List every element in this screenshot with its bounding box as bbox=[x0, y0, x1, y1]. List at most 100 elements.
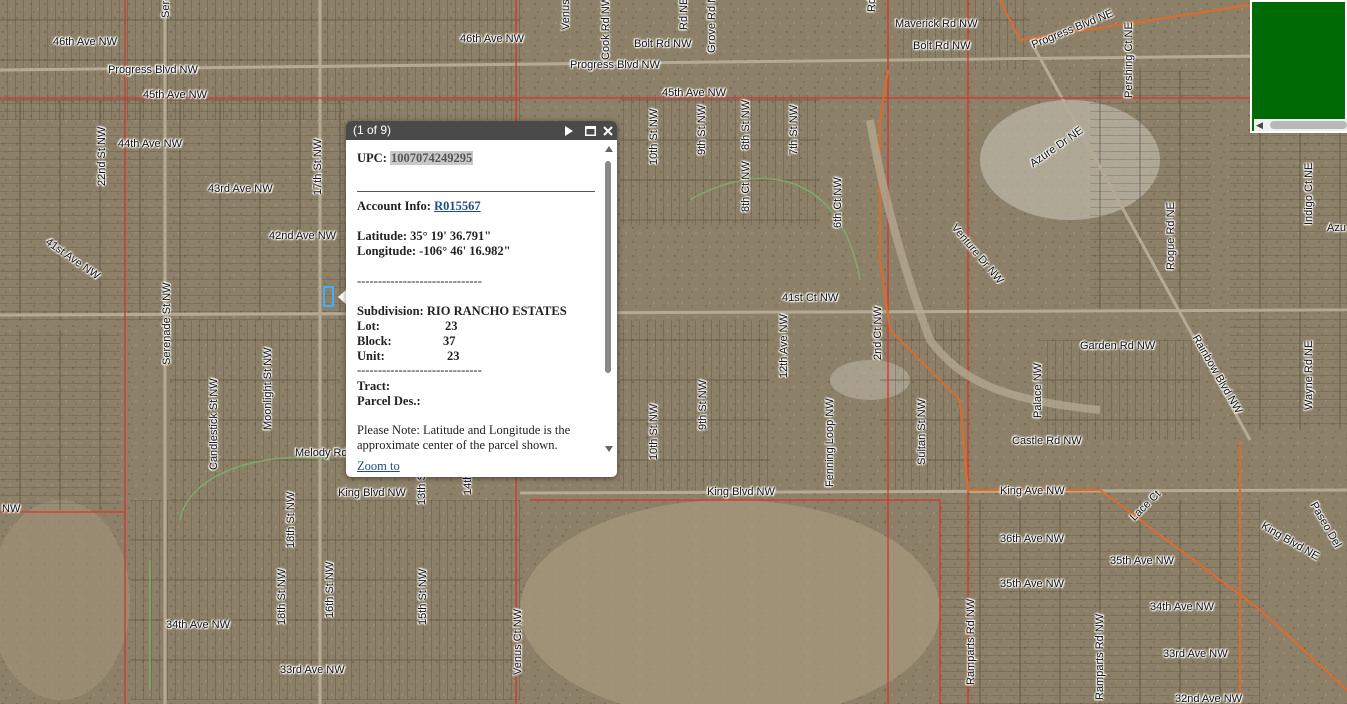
map-canvas[interactable] bbox=[0, 0, 1347, 704]
street-label: Candlestick St NW bbox=[208, 378, 220, 470]
street-label: King Blvd NW bbox=[707, 486, 775, 498]
street-label: 18th St NW bbox=[276, 568, 288, 625]
street-label: 34th Ave NW bbox=[166, 619, 230, 631]
subdivision-row: Subdivision: RIO RANCHO ESTATES bbox=[357, 304, 567, 319]
street-label: 17th St NW bbox=[312, 138, 324, 195]
street-label: Progress Blvd NW bbox=[570, 59, 660, 71]
block-label: Block: bbox=[357, 334, 392, 348]
parcel-info-popup: (1 of 9) UPC: 1007074249295 Account Info… bbox=[346, 121, 617, 477]
zoom-to-link[interactable]: Zoom to bbox=[357, 459, 400, 473]
street-label: 10th St NW bbox=[648, 108, 660, 165]
longitude-label: Longitude: bbox=[357, 244, 417, 258]
parcel-des-row: Parcel Des.: bbox=[357, 394, 421, 409]
divider-text: ------------------------------ bbox=[357, 274, 482, 288]
street-label: 33rd Ave NW bbox=[1163, 648, 1228, 660]
maximize-icon[interactable] bbox=[581, 121, 599, 140]
latitude-value: 35° 19' 36.791" bbox=[410, 229, 492, 243]
street-label: 45th Ave NW bbox=[662, 87, 726, 99]
street-label: Venus Ct NW bbox=[512, 608, 524, 675]
street-label: Ramparts Rd NW bbox=[965, 598, 977, 685]
close-x-icon[interactable] bbox=[599, 121, 617, 140]
street-label: 8th Ct NW bbox=[740, 161, 752, 212]
scroll-left-icon[interactable]: ◀ bbox=[1256, 120, 1263, 131]
street-label: 16th St NW bbox=[324, 561, 336, 618]
longitude-value: -106° 46' 16.982" bbox=[419, 244, 511, 258]
street-label: 44th Ave NW bbox=[118, 138, 182, 150]
street-label: King Blvd NW bbox=[338, 487, 406, 499]
scroll-up-icon[interactable] bbox=[604, 145, 614, 153]
street-label: Progress Blvd NW bbox=[108, 64, 198, 76]
street-label: Castle Rd NW bbox=[1012, 435, 1082, 447]
next-triangle-icon[interactable] bbox=[559, 121, 577, 140]
street-label: Indigo Ct NE bbox=[1303, 162, 1315, 225]
divider-text: ------------------------------ bbox=[357, 363, 482, 377]
street-label: Bolt Rd NW bbox=[913, 40, 971, 52]
street-label: Venus Ct NW bbox=[560, 0, 572, 30]
street-label: Moonlight St NW bbox=[262, 347, 274, 430]
street-label: Serenade St NW bbox=[161, 282, 173, 365]
upc-value[interactable]: 1007074249295 bbox=[389, 151, 474, 165]
popup-page-count: (1 of 9) bbox=[353, 123, 392, 137]
popup-footer: Zoom to bbox=[357, 459, 400, 474]
street-label: 43rd Ave NW bbox=[208, 183, 273, 195]
street-label: Rogue Rd NE bbox=[1165, 202, 1177, 270]
street-label: Melody Rd bbox=[295, 447, 348, 459]
popup-scroll-thumb[interactable] bbox=[605, 161, 611, 373]
street-label: Garden Rd NW bbox=[1080, 340, 1156, 352]
street-label: 6th Ct NW bbox=[832, 177, 844, 228]
street-label: 36th Ave NW bbox=[1000, 533, 1064, 545]
overview-scrollbar[interactable]: ◀ bbox=[1254, 119, 1347, 131]
longitude-row: Longitude: -106° 46' 16.982" bbox=[357, 244, 511, 259]
street-label: 9th St NW bbox=[696, 104, 708, 155]
upc-label: UPC: bbox=[357, 151, 387, 165]
street-label: 46th Ave NW bbox=[460, 33, 524, 45]
account-label: Account Info: bbox=[357, 199, 431, 213]
street-label: 32nd Ave NW bbox=[1175, 693, 1243, 704]
street-label: 7th St NW bbox=[788, 104, 800, 155]
street-label: 34th Ave NW bbox=[1150, 601, 1214, 613]
street-label: 41st Ct NW bbox=[782, 292, 839, 304]
street-label: Bolt Rd NW bbox=[634, 38, 692, 50]
overview-scroll-thumb[interactable] bbox=[1270, 121, 1347, 129]
street-label: 46th Ave NW bbox=[53, 36, 117, 48]
subdivision-value: RIO RANCHO ESTATES bbox=[426, 304, 567, 318]
tract-label: Tract: bbox=[357, 379, 391, 393]
lot-label: Lot: bbox=[357, 319, 380, 333]
parcel-des-label: Parcel Des.: bbox=[357, 394, 421, 408]
street-label: King Ave NW bbox=[1000, 485, 1065, 497]
street-label: Grove Rd NW bbox=[706, 0, 718, 53]
street-label: Rd NW bbox=[866, 0, 878, 12]
street-label: 42nd Ave NW bbox=[269, 230, 337, 242]
street-label: Rd NE bbox=[678, 0, 690, 30]
street-label: Pershing Ct NE bbox=[1123, 22, 1135, 98]
street-label: Serenade bbox=[160, 0, 172, 18]
street-label: NW bbox=[2, 503, 21, 515]
street-label: 9th St NW bbox=[697, 379, 709, 430]
street-label: Azu bbox=[1327, 222, 1346, 234]
unit-label: Unit: bbox=[357, 349, 385, 363]
aerial-map[interactable]: 46th Ave NW 46th Ave NW Progress Blvd NW Pr… bbox=[0, 0, 1347, 704]
note-text: Please Note: Latitude and Longitude is t… bbox=[357, 423, 571, 452]
popup-header: (1 of 9) bbox=[346, 121, 617, 140]
street-label: Wayne Rd NE bbox=[1303, 340, 1315, 410]
street-label: 18th St NW bbox=[285, 491, 297, 548]
block-row: Block: 37 bbox=[357, 334, 456, 349]
latitude-row: Latitude: 35° 19' 36.791" bbox=[357, 229, 491, 244]
block-value: 37 bbox=[443, 334, 456, 348]
account-row: Account Info: R015567 bbox=[357, 199, 481, 214]
street-label: Ramparts Rd NW bbox=[1094, 613, 1106, 700]
street-label: Maverick Rd NW bbox=[895, 18, 978, 30]
scroll-down-icon[interactable] bbox=[604, 445, 614, 453]
street-label: 12th Ave NW bbox=[778, 314, 790, 378]
street-label: 45th Ave NW bbox=[143, 89, 207, 101]
popup-content[interactable]: UPC: 1007074249295 Account Info: R015567… bbox=[346, 140, 617, 453]
lot-value: 23 bbox=[445, 319, 458, 333]
street-label: Sultan St NW bbox=[916, 398, 928, 465]
popup-scrollbar[interactable] bbox=[604, 145, 614, 455]
account-link[interactable]: R015567 bbox=[434, 199, 481, 213]
street-label: 15th St NW bbox=[417, 568, 429, 625]
street-label: 35th Ave NW bbox=[1000, 578, 1064, 590]
separator-line bbox=[357, 191, 595, 192]
street-label: Fenning Loop NW bbox=[824, 398, 836, 487]
overview-map[interactable] bbox=[1250, 0, 1347, 133]
